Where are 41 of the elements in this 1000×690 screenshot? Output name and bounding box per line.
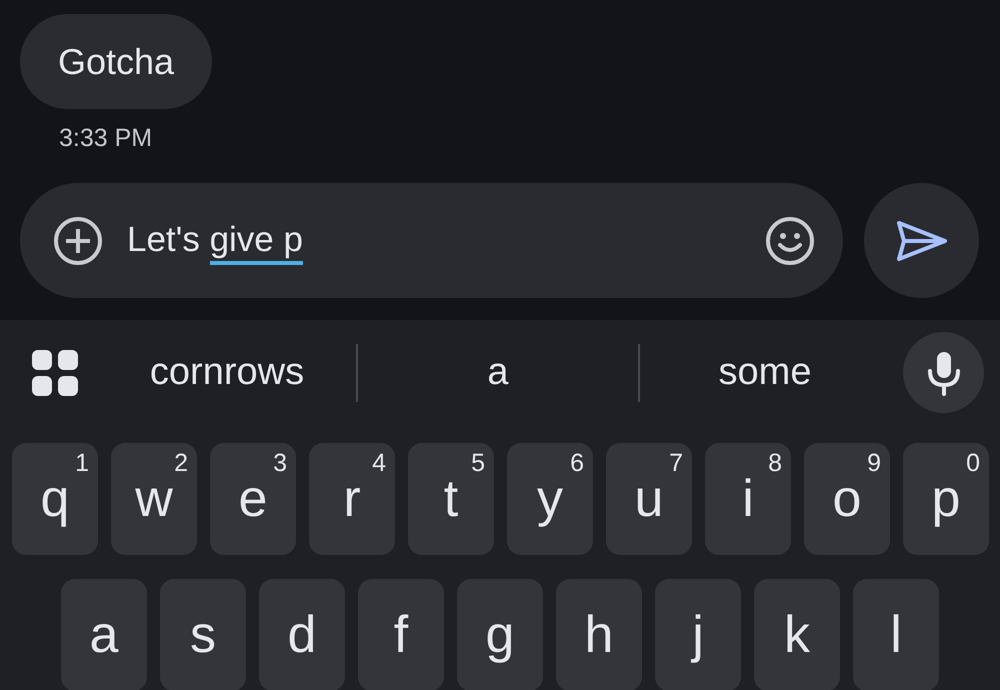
suggestion-chip[interactable]: cornrows xyxy=(98,343,356,402)
keyboard-key[interactable]: g xyxy=(457,579,543,690)
message-time: 3:33 PM xyxy=(59,123,154,153)
suggestion-chip[interactable]: a xyxy=(358,343,638,402)
keyboard-key[interactable]: r 4 xyxy=(309,443,395,555)
key-hint: 5 xyxy=(471,448,485,479)
suggestion-chip[interactable]: some xyxy=(640,343,890,402)
key-hint: 2 xyxy=(174,448,188,479)
keyboard-key[interactable]: e 3 xyxy=(210,443,296,555)
keyboard-key[interactable]: i 8 xyxy=(705,443,791,555)
key-hint: 7 xyxy=(669,448,683,479)
key-hint: 1 xyxy=(75,448,89,479)
keyboard-key[interactable]: l xyxy=(853,579,939,690)
keyboard-key[interactable]: y 6 xyxy=(507,443,593,555)
keyboard-key[interactable]: a xyxy=(61,579,147,690)
keyboard-key[interactable]: f xyxy=(358,579,444,690)
emoji-icon[interactable] xyxy=(765,216,815,266)
message-bubble: Gotcha xyxy=(20,14,212,109)
key-hint: 4 xyxy=(372,448,386,479)
keyboard-key[interactable]: k xyxy=(754,579,840,690)
add-icon[interactable] xyxy=(53,216,103,266)
microphone-icon xyxy=(926,350,960,396)
message-input-field[interactable]: Let's give p xyxy=(20,183,843,298)
keyboard-key[interactable]: j xyxy=(655,579,741,690)
keyboard-key[interactable]: q 1 xyxy=(12,443,98,555)
keyboard-key[interactable]: p 0 xyxy=(903,443,989,555)
key-hint: 6 xyxy=(570,448,584,479)
key-hint: 0 xyxy=(966,448,980,479)
apps-grid-icon[interactable] xyxy=(32,350,78,396)
send-icon xyxy=(896,220,948,262)
keyboard-key[interactable]: h xyxy=(556,579,642,690)
keyboard-key[interactable]: t 5 xyxy=(408,443,494,555)
keyboard-key[interactable]: d xyxy=(259,579,345,690)
keyboard-key[interactable]: s xyxy=(160,579,246,690)
keyboard-key[interactable]: w 2 xyxy=(111,443,197,555)
keyboard-key[interactable]: u 7 xyxy=(606,443,692,555)
keyboard-key[interactable]: o 9 xyxy=(804,443,890,555)
key-hint: 8 xyxy=(768,448,782,479)
key-hint: 3 xyxy=(273,448,287,479)
message-text: Let's give p xyxy=(127,214,303,267)
key-hint: 9 xyxy=(867,448,881,479)
